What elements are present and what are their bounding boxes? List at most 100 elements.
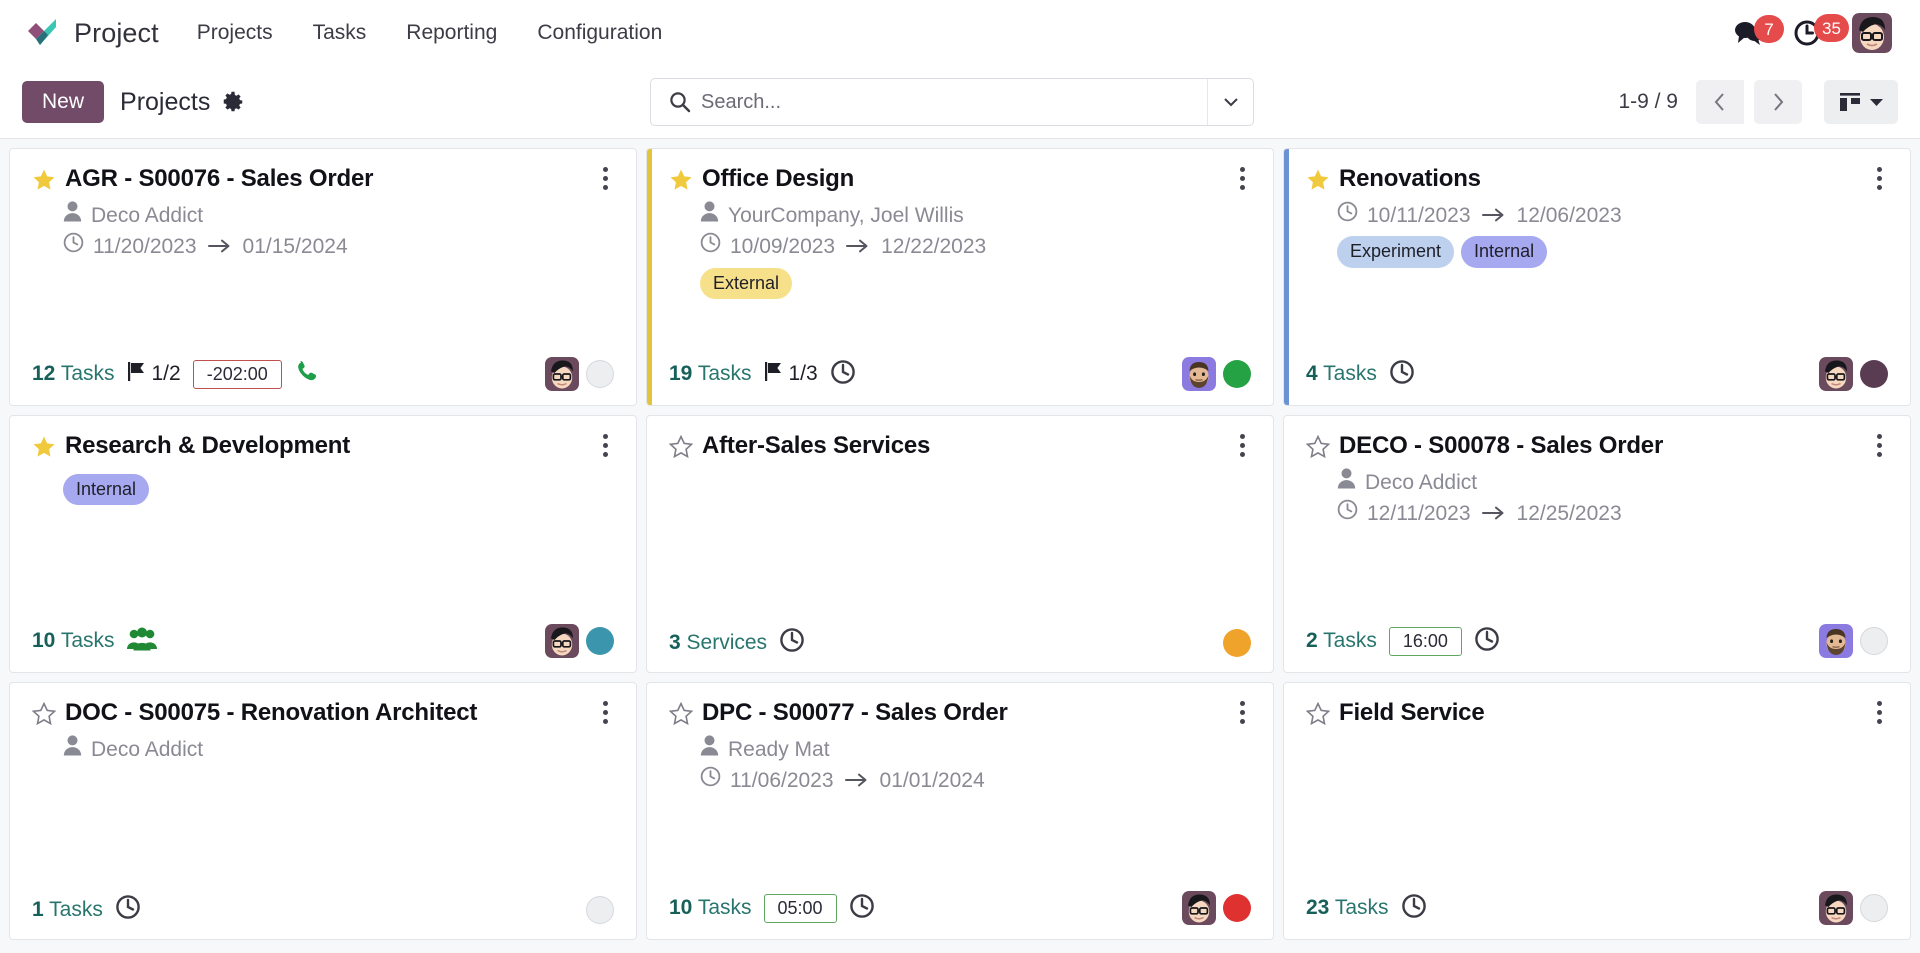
search-input[interactable] (701, 79, 1207, 125)
card-task-count[interactable]: 4 Tasks (1306, 362, 1377, 386)
card-time-badge[interactable]: 05:00 (763, 893, 837, 923)
favorite-star-icon[interactable] (668, 701, 694, 731)
card-task-count[interactable]: 1 Tasks (32, 898, 103, 922)
assignee-avatar[interactable] (1182, 357, 1216, 391)
card-task-count[interactable]: 10 Tasks (32, 629, 115, 653)
card-activity-clock-icon[interactable] (1401, 893, 1427, 924)
card-task-count[interactable]: 23 Tasks (1306, 896, 1389, 920)
card-body (669, 468, 1251, 627)
search-bar[interactable] (650, 78, 1254, 126)
card-title[interactable]: Research & Development (65, 432, 589, 460)
favorite-star-icon[interactable] (31, 701, 57, 731)
card-status-dot[interactable] (586, 895, 614, 924)
card-menu-button[interactable] (1234, 699, 1251, 726)
card-menu-button[interactable] (1234, 432, 1251, 459)
kanban-card[interactable]: After-Sales Services 3 Services (646, 415, 1274, 673)
assignee-avatar[interactable] (1819, 891, 1853, 925)
assignee-avatar[interactable] (1182, 891, 1216, 925)
card-activity-clock-icon[interactable] (1389, 359, 1415, 390)
card-activity-phone-icon[interactable] (294, 359, 320, 390)
kanban-card[interactable]: Office Design YourCompany, Joel Willis 1… (646, 148, 1274, 406)
card-task-count[interactable]: 3 Services (669, 631, 767, 655)
assignee-avatar[interactable] (1819, 357, 1853, 391)
card-status-dot[interactable] (586, 360, 614, 388)
card-activity-users-icon[interactable] (126, 627, 157, 656)
activities-menu[interactable]: 35 (1794, 14, 1849, 47)
favorite-star-icon[interactable] (32, 435, 56, 464)
card-menu-button[interactable] (1871, 432, 1888, 459)
card-time-badge[interactable]: -202:00 (192, 359, 282, 389)
view-switcher-kanban[interactable] (1824, 80, 1898, 124)
card-menu-button[interactable] (1234, 165, 1251, 192)
card-tag[interactable]: External (700, 267, 793, 300)
favorite-star-icon[interactable] (668, 434, 694, 464)
card-status-dot[interactable] (1860, 894, 1888, 922)
card-title[interactable]: AGR - S00076 - Sales Order (65, 165, 589, 193)
card-title[interactable]: After-Sales Services (702, 432, 1226, 460)
search-dropdown-toggle[interactable] (1207, 79, 1253, 125)
card-milestone-flag[interactable]: 1/3 (764, 361, 818, 388)
kanban-card[interactable]: DOC - S00075 - Renovation Architect Deco… (9, 682, 637, 940)
favorite-star-icon[interactable] (32, 168, 56, 197)
card-title[interactable]: DECO - S00078 - Sales Order (1339, 432, 1863, 460)
kanban-card[interactable]: Field Service 23 Tasks (1283, 682, 1911, 940)
user-avatar[interactable] (1852, 13, 1892, 53)
kanban-card[interactable]: Renovations 10/11/2023 12/06/2023 Experi… (1283, 148, 1911, 406)
brand-name[interactable]: Project (74, 18, 159, 49)
card-activity-clock-icon[interactable] (779, 627, 805, 658)
assignee-avatar[interactable] (1819, 624, 1853, 658)
pager-next-button[interactable] (1754, 80, 1802, 124)
favorite-star-icon[interactable] (669, 168, 693, 197)
card-activity-clock-icon[interactable] (1474, 626, 1500, 657)
card-status-dot[interactable] (1860, 360, 1888, 388)
card-tag[interactable]: Internal (1461, 236, 1548, 268)
card-menu-button[interactable] (597, 165, 614, 192)
nav-item-configuration[interactable]: Configuration (535, 15, 664, 51)
card-status-dot[interactable] (1223, 360, 1251, 388)
card-task-count[interactable]: 10 Tasks (669, 896, 752, 920)
kanban-card[interactable]: Research & Development Internal 10 Tasks (9, 415, 637, 673)
card-menu-button[interactable] (597, 432, 614, 459)
card-dates-row: 11/20/2023 01/15/2024 (63, 232, 614, 261)
nav-item-reporting[interactable]: Reporting (404, 15, 499, 51)
card-status-dot[interactable] (1860, 627, 1888, 655)
card-title[interactable]: Field Service (1339, 699, 1863, 727)
card-title[interactable]: DPC - S00077 - Sales Order (702, 699, 1226, 727)
card-menu-button[interactable] (1871, 165, 1888, 192)
card-tag[interactable]: Experiment (1337, 236, 1455, 268)
card-milestone-flag[interactable]: 1/2 (127, 361, 181, 388)
card-title[interactable]: Renovations (1339, 165, 1863, 193)
main-menu: Projects Tasks Reporting Configuration (195, 15, 665, 51)
card-tag[interactable]: Internal (63, 474, 150, 506)
favorite-star-icon[interactable] (1305, 434, 1331, 464)
project-logo-icon[interactable] (22, 13, 62, 53)
pager-previous-button[interactable] (1696, 80, 1744, 124)
gear-icon[interactable] (222, 91, 244, 113)
new-button[interactable]: New (22, 80, 105, 124)
favorite-star-icon[interactable] (1305, 701, 1331, 731)
kanban-card[interactable]: AGR - S00076 - Sales Order Deco Addict 1… (9, 148, 637, 406)
card-task-count[interactable]: 12 Tasks (32, 362, 115, 386)
card-activity-clock-icon[interactable] (830, 359, 856, 390)
card-menu-button[interactable] (1871, 699, 1888, 726)
card-activity-clock-icon[interactable] (849, 893, 875, 924)
assignee-avatar[interactable] (545, 624, 579, 658)
nav-item-tasks[interactable]: Tasks (311, 15, 369, 51)
assignee-avatar[interactable] (545, 357, 579, 391)
messages-menu[interactable]: 7 (1734, 15, 1784, 46)
nav-item-projects[interactable]: Projects (195, 15, 275, 51)
card-status-dot[interactable] (1223, 894, 1251, 922)
card-task-count[interactable]: 19 Tasks (669, 362, 752, 386)
card-activity-clock-icon[interactable] (115, 894, 141, 925)
card-time-badge[interactable]: 16:00 (1388, 626, 1462, 656)
card-menu-button[interactable] (597, 699, 614, 726)
kanban-card[interactable]: DPC - S00077 - Sales Order Ready Mat 11/… (646, 682, 1274, 940)
card-task-count[interactable]: 2 Tasks (1306, 629, 1377, 653)
card-title[interactable]: DOC - S00075 - Renovation Architect (65, 699, 589, 727)
favorite-star-icon[interactable] (1306, 168, 1330, 197)
card-status-dot[interactable] (586, 627, 614, 655)
kanban-card[interactable]: DECO - S00078 - Sales Order Deco Addict … (1283, 415, 1911, 673)
card-status-dot[interactable] (1223, 628, 1251, 657)
card-title[interactable]: Office Design (702, 165, 1226, 193)
card-tags: External (700, 267, 1251, 300)
